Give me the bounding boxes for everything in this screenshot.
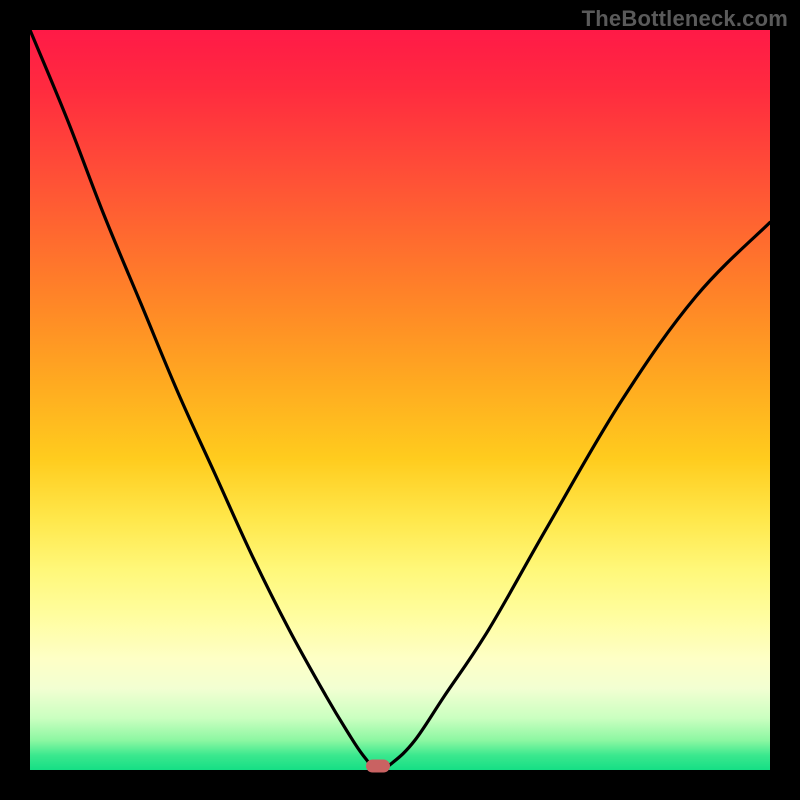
bottleneck-curve <box>30 30 770 770</box>
minimum-marker <box>366 760 390 773</box>
chart-plot-area <box>30 30 770 770</box>
chart-frame: TheBottleneck.com <box>0 0 800 800</box>
watermark-text: TheBottleneck.com <box>582 6 788 32</box>
